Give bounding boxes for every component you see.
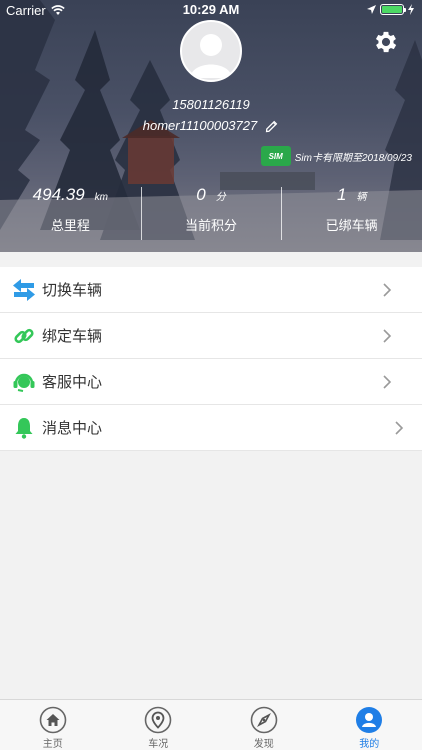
stat-label: 总里程 (50, 219, 90, 234)
chevron-right-icon (395, 421, 404, 435)
tab-label: 车况 (148, 739, 169, 750)
user-icon (356, 707, 383, 733)
sim-info: SIM Sim卡有限期至2018/09/23 (260, 146, 412, 166)
menu-item-customer-service[interactable]: 客服中心 (0, 359, 422, 405)
settings-gear-icon[interactable] (372, 28, 400, 56)
sim-card-icon: SIM (260, 146, 291, 166)
tab-discover[interactable]: 发现 (211, 700, 317, 750)
username-row: homer11100003727 (0, 118, 422, 133)
menu-item-switch-vehicle[interactable]: 切换车辆 (0, 267, 422, 313)
charging-bolt-icon (408, 4, 414, 15)
profile-header: Carrier 10:29 AM 15801126119 homer111000… (0, 0, 422, 252)
chevron-right-icon (383, 283, 392, 297)
stat-unit: km (94, 192, 108, 203)
stat-label: 当前积分 (185, 219, 238, 234)
stats-panel: 494.39 km 总里程 0分 当前积分 1辆 已绑车辆 (0, 185, 422, 240)
tab-mine[interactable]: 我的 (317, 700, 422, 750)
phone-number: 15801126119 (172, 97, 250, 112)
tab-home[interactable]: 主页 (0, 700, 106, 750)
menu-item-message-center[interactable]: 消息中心 (0, 405, 422, 451)
menu-item-label: 绑定车辆 (42, 327, 103, 345)
stat-value: 0 (196, 185, 206, 204)
compass-icon (250, 706, 278, 734)
sim-expiry-text: Sim卡有限期至2018/09/23 (294, 152, 412, 164)
default-avatar-icon (190, 34, 232, 78)
status-time: 10:29 AM (182, 2, 240, 17)
stat-unit: 辆 (356, 192, 367, 203)
stat-label: 已绑车辆 (325, 219, 378, 234)
avatar[interactable] (180, 20, 242, 82)
menu-item-label: 切换车辆 (42, 281, 103, 299)
home-icon (39, 706, 67, 734)
tab-label: 发现 (253, 739, 274, 750)
chevron-right-icon (383, 329, 392, 343)
menu-item-label: 客服中心 (42, 373, 103, 391)
stat-value: 494.39 (32, 185, 85, 204)
tab-label: 主页 (42, 739, 63, 750)
chevron-right-icon (383, 375, 392, 389)
link-icon (14, 328, 34, 343)
headset-icon (13, 373, 35, 392)
location-pin-icon (144, 706, 172, 734)
menu-item-bind-vehicle[interactable]: 绑定车辆 (0, 313, 422, 359)
edit-pencil-icon[interactable] (265, 119, 279, 133)
location-arrow-icon (367, 5, 376, 14)
bell-icon (15, 417, 33, 439)
stat-total-mileage[interactable]: 494.39 km 总里程 (0, 185, 141, 240)
stat-bound-vehicles[interactable]: 1辆 已绑车辆 (281, 185, 422, 240)
battery-icon (380, 4, 406, 15)
stat-unit: 分 (215, 192, 226, 203)
username: homer11100003727 (142, 118, 258, 133)
swap-icon (13, 278, 35, 301)
tab-label: 我的 (359, 739, 380, 750)
tab-vehicle-status[interactable]: 车况 (106, 700, 212, 750)
menu-list: 切换车辆 绑定车辆 客服中心 消息中心 (0, 267, 422, 451)
status-bar: Carrier 10:29 AM (0, 0, 422, 22)
menu-item-label: 消息中心 (42, 419, 103, 437)
tab-bar: 主页 车况 发现 我的 (0, 699, 422, 750)
stat-value: 1 (336, 185, 347, 204)
stat-points[interactable]: 0分 当前积分 (140, 185, 282, 240)
